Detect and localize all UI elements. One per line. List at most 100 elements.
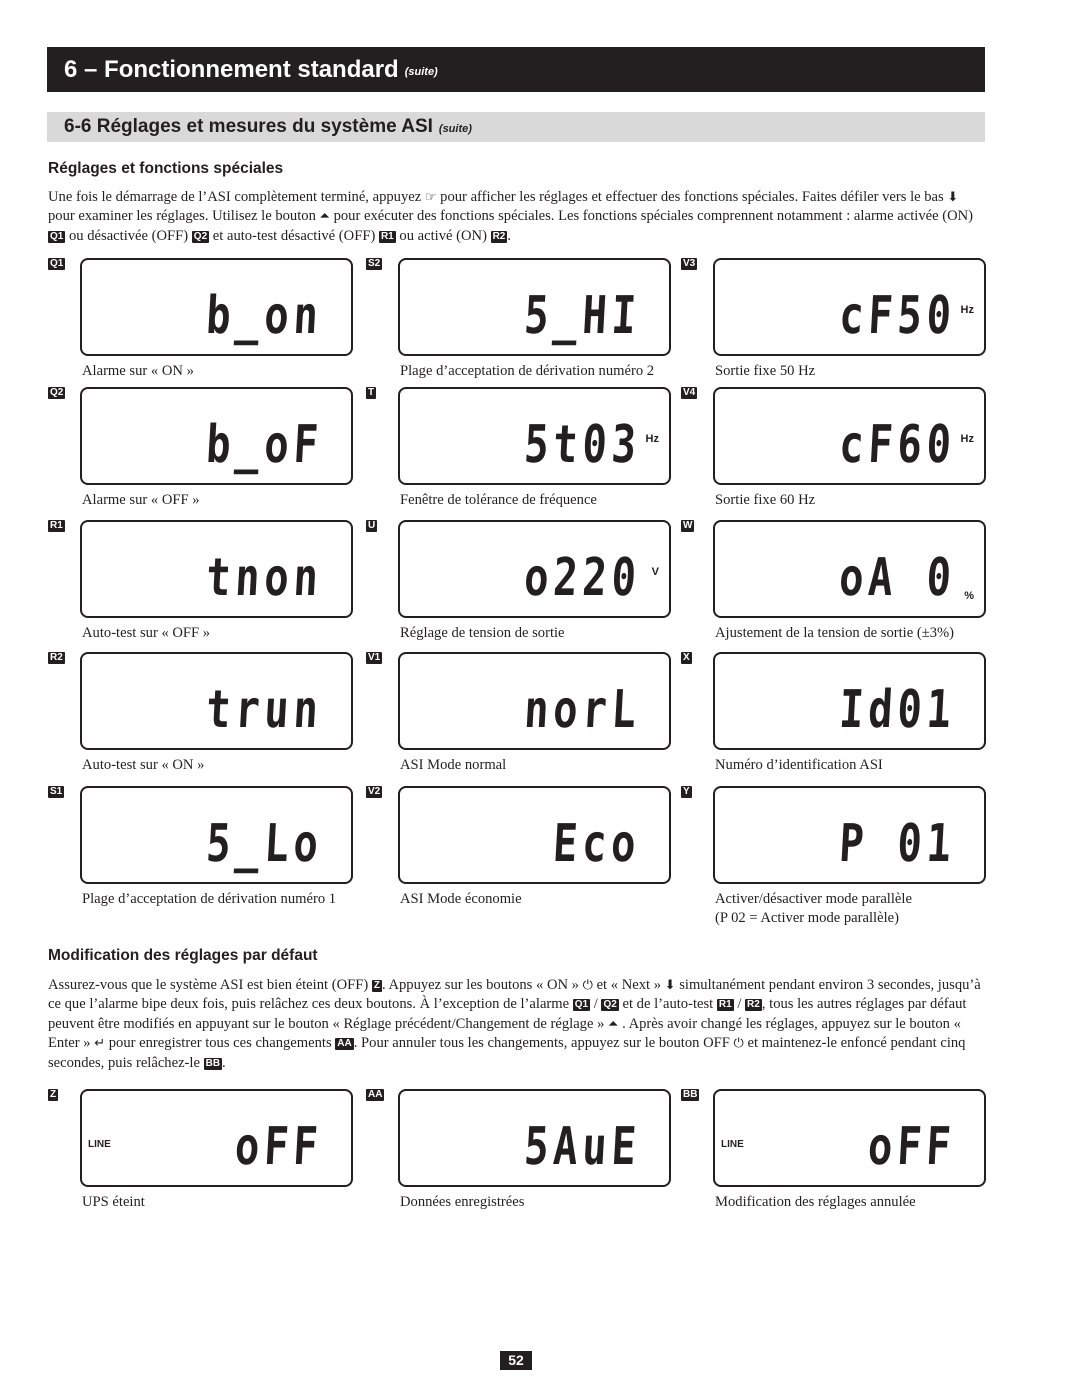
lcd-digits: o220 (522, 548, 643, 608)
panel-caption: Auto-test sur « ON » (82, 757, 205, 773)
lcd-display: LINE oFF (80, 1089, 353, 1187)
section-suite: (suite) (404, 65, 438, 78)
panel-caption: Plage d’acceptation de dérivation numéro… (82, 891, 337, 907)
lcd-line-indicator: LINE (721, 1139, 744, 1150)
panel-tag: S2 (366, 258, 383, 270)
lcd-unit: % (964, 590, 974, 602)
lcd-display: 5_Lo (80, 786, 353, 884)
lcd-digits: b_oF (204, 415, 325, 475)
lcd-panel: Q2 b_oF Alarme sur « OFF » (48, 387, 353, 527)
panel-tag: Q2 (48, 387, 66, 399)
lcd-line-indicator: LINE (88, 1139, 111, 1150)
lcd-panel: S2 5_HI Plage d’acceptation de dérivation … (366, 258, 671, 398)
lcd-unit: V (651, 566, 659, 578)
paragraph-default-settings: Assurez-vous que le système ASI est bien… (48, 977, 981, 1071)
panel-tag: V3 (681, 258, 698, 270)
subsection-header: 6-6 Réglages et mesures du système ASI (… (47, 112, 985, 142)
lcd-panel: V4 cF60 Hz Sortie fixe 60 Hz (681, 387, 986, 527)
lcd-display: cF50 Hz (713, 258, 986, 356)
lcd-display: 5t03 Hz (398, 387, 671, 485)
ref-tag-q1: Q1 (48, 230, 66, 243)
panel-caption: Alarme sur « OFF » (82, 492, 200, 508)
panel-tag: Y (681, 786, 692, 798)
panel-tag: V4 (681, 387, 698, 399)
lcd-panel: Q1 b_on Alarme sur « ON » (48, 258, 353, 398)
panel-tag: S1 (48, 786, 65, 798)
lcd-display: b_on (80, 258, 353, 356)
lcd-digits: 5AuE (522, 1117, 643, 1177)
lcd-unit: Hz (960, 304, 974, 316)
page-number: 52 (500, 1351, 532, 1370)
lcd-panel: V2 Eco ASI Mode économie (366, 786, 671, 926)
panel-tag: R1 (48, 520, 65, 532)
panel-caption: Numéro d’identification ASI (715, 757, 883, 773)
lcd-display: b_oF (80, 387, 353, 485)
lcd-display: tnon (80, 520, 353, 618)
setting-change-icon: ⏶ (319, 209, 330, 225)
on-button-icon: ⏻ (582, 978, 593, 993)
lcd-digits: oFF (233, 1117, 325, 1177)
section-title: 6 – Fonctionnement standard (64, 55, 399, 83)
lcd-display: Eco (398, 786, 671, 884)
lcd-panel: R2 trun Auto-test sur « ON » (48, 652, 353, 792)
arrow-down-icon: ⬇ (947, 190, 959, 205)
lcd-unit: Hz (960, 433, 974, 445)
lcd-panel: R1 tnon Auto-test sur « OFF » (48, 520, 353, 660)
lcd-digits: cF60 (837, 415, 958, 475)
lcd-unit: Hz (645, 433, 659, 445)
ref-tag-r1: R1 (378, 230, 396, 243)
lcd-display: 5AuE (398, 1089, 671, 1187)
setting-change-icon: ⏶ (608, 1016, 619, 1032)
lcd-display: o220 V (398, 520, 671, 618)
panel-caption: Modification des réglages annulée (715, 1194, 916, 1210)
arrow-down-icon: ⬇ (664, 978, 676, 993)
lcd-digits: trun (204, 680, 325, 740)
lcd-display: LINE oFF (713, 1089, 986, 1187)
lcd-panel: BB LINE oFF Modification des réglages annul… (681, 1089, 986, 1219)
lcd-digits: 5_Lo (204, 814, 325, 874)
section-header: 6 – Fonctionnement standard (suite) (47, 47, 985, 92)
panel-caption: Activer/désactiver mode parallèle (P 02 =… (715, 891, 912, 926)
lcd-display: Id01 (713, 652, 986, 750)
lcd-panel: Uo220 V Réglage de tension de sortie (366, 520, 671, 660)
lcd-panel: Y P 01 Activer/désactiver mode parallèle (P… (681, 786, 986, 926)
lcd-digits: P 01 (837, 814, 958, 874)
panel-tag: Q1 (48, 258, 66, 270)
panel-caption: Données enregistrées (400, 1194, 525, 1210)
lcd-panel: S1 5_Lo Plage d’acceptation de dérivation … (48, 786, 353, 926)
ref-tag-r2: R2 (490, 230, 508, 243)
lcd-digits: 5t03 (522, 415, 643, 475)
lcd-display: 5_HI (398, 258, 671, 356)
paragraph-special-functions: Une fois le démarrage de l’ASI complètem… (48, 189, 974, 244)
lcd-digits: cF50 (837, 286, 958, 346)
panel-caption: Fenêtre de tolérance de fréquence (400, 492, 597, 508)
panel-caption: UPS éteint (82, 1194, 145, 1210)
lcd-digits: oA 0 (837, 548, 958, 608)
enter-icon: ↵ (94, 1036, 106, 1052)
lcd-display: cF60 Hz (713, 387, 986, 485)
lcd-digits: norL (522, 680, 643, 740)
power-off-icon: ⏻ (733, 1036, 744, 1052)
hand-pointer-icon: ☞ (424, 190, 437, 205)
panel-tag: W (681, 520, 695, 532)
lcd-display: norL (398, 652, 671, 750)
panel-caption: Sortie fixe 60 Hz (715, 492, 816, 508)
panel-tag: U (366, 520, 378, 532)
subsection-suite: (suite) (438, 123, 472, 135)
lcd-panel: V3 cF50 Hz Sortie fixe 50 Hz (681, 258, 986, 398)
lcd-display: oA 0% (713, 520, 986, 618)
lcd-panel: AA 5AuE Données enregistrées (366, 1089, 671, 1219)
ref-tag-q2: Q2 (601, 999, 619, 1012)
heading-special-functions: Réglages et fonctions spéciales (48, 160, 284, 177)
lcd-panel: WoA 0% Ajustement de la tension de sortie… (681, 520, 986, 660)
lcd-digits: Eco (551, 814, 643, 874)
subsection-title: 6-6 Réglages et mesures du système ASI (64, 116, 433, 137)
panel-tag: V2 (366, 786, 383, 798)
lcd-panel: V1 norL ASI Mode normal (366, 652, 671, 792)
panel-tag: V1 (366, 652, 383, 664)
panel-tag: T (366, 387, 377, 399)
panel-caption: Alarme sur « ON » (82, 363, 194, 379)
ref-tag-bb: BB (203, 1057, 223, 1070)
panel-tag: BB (681, 1089, 700, 1101)
lcd-digits: 5_HI (522, 286, 643, 346)
